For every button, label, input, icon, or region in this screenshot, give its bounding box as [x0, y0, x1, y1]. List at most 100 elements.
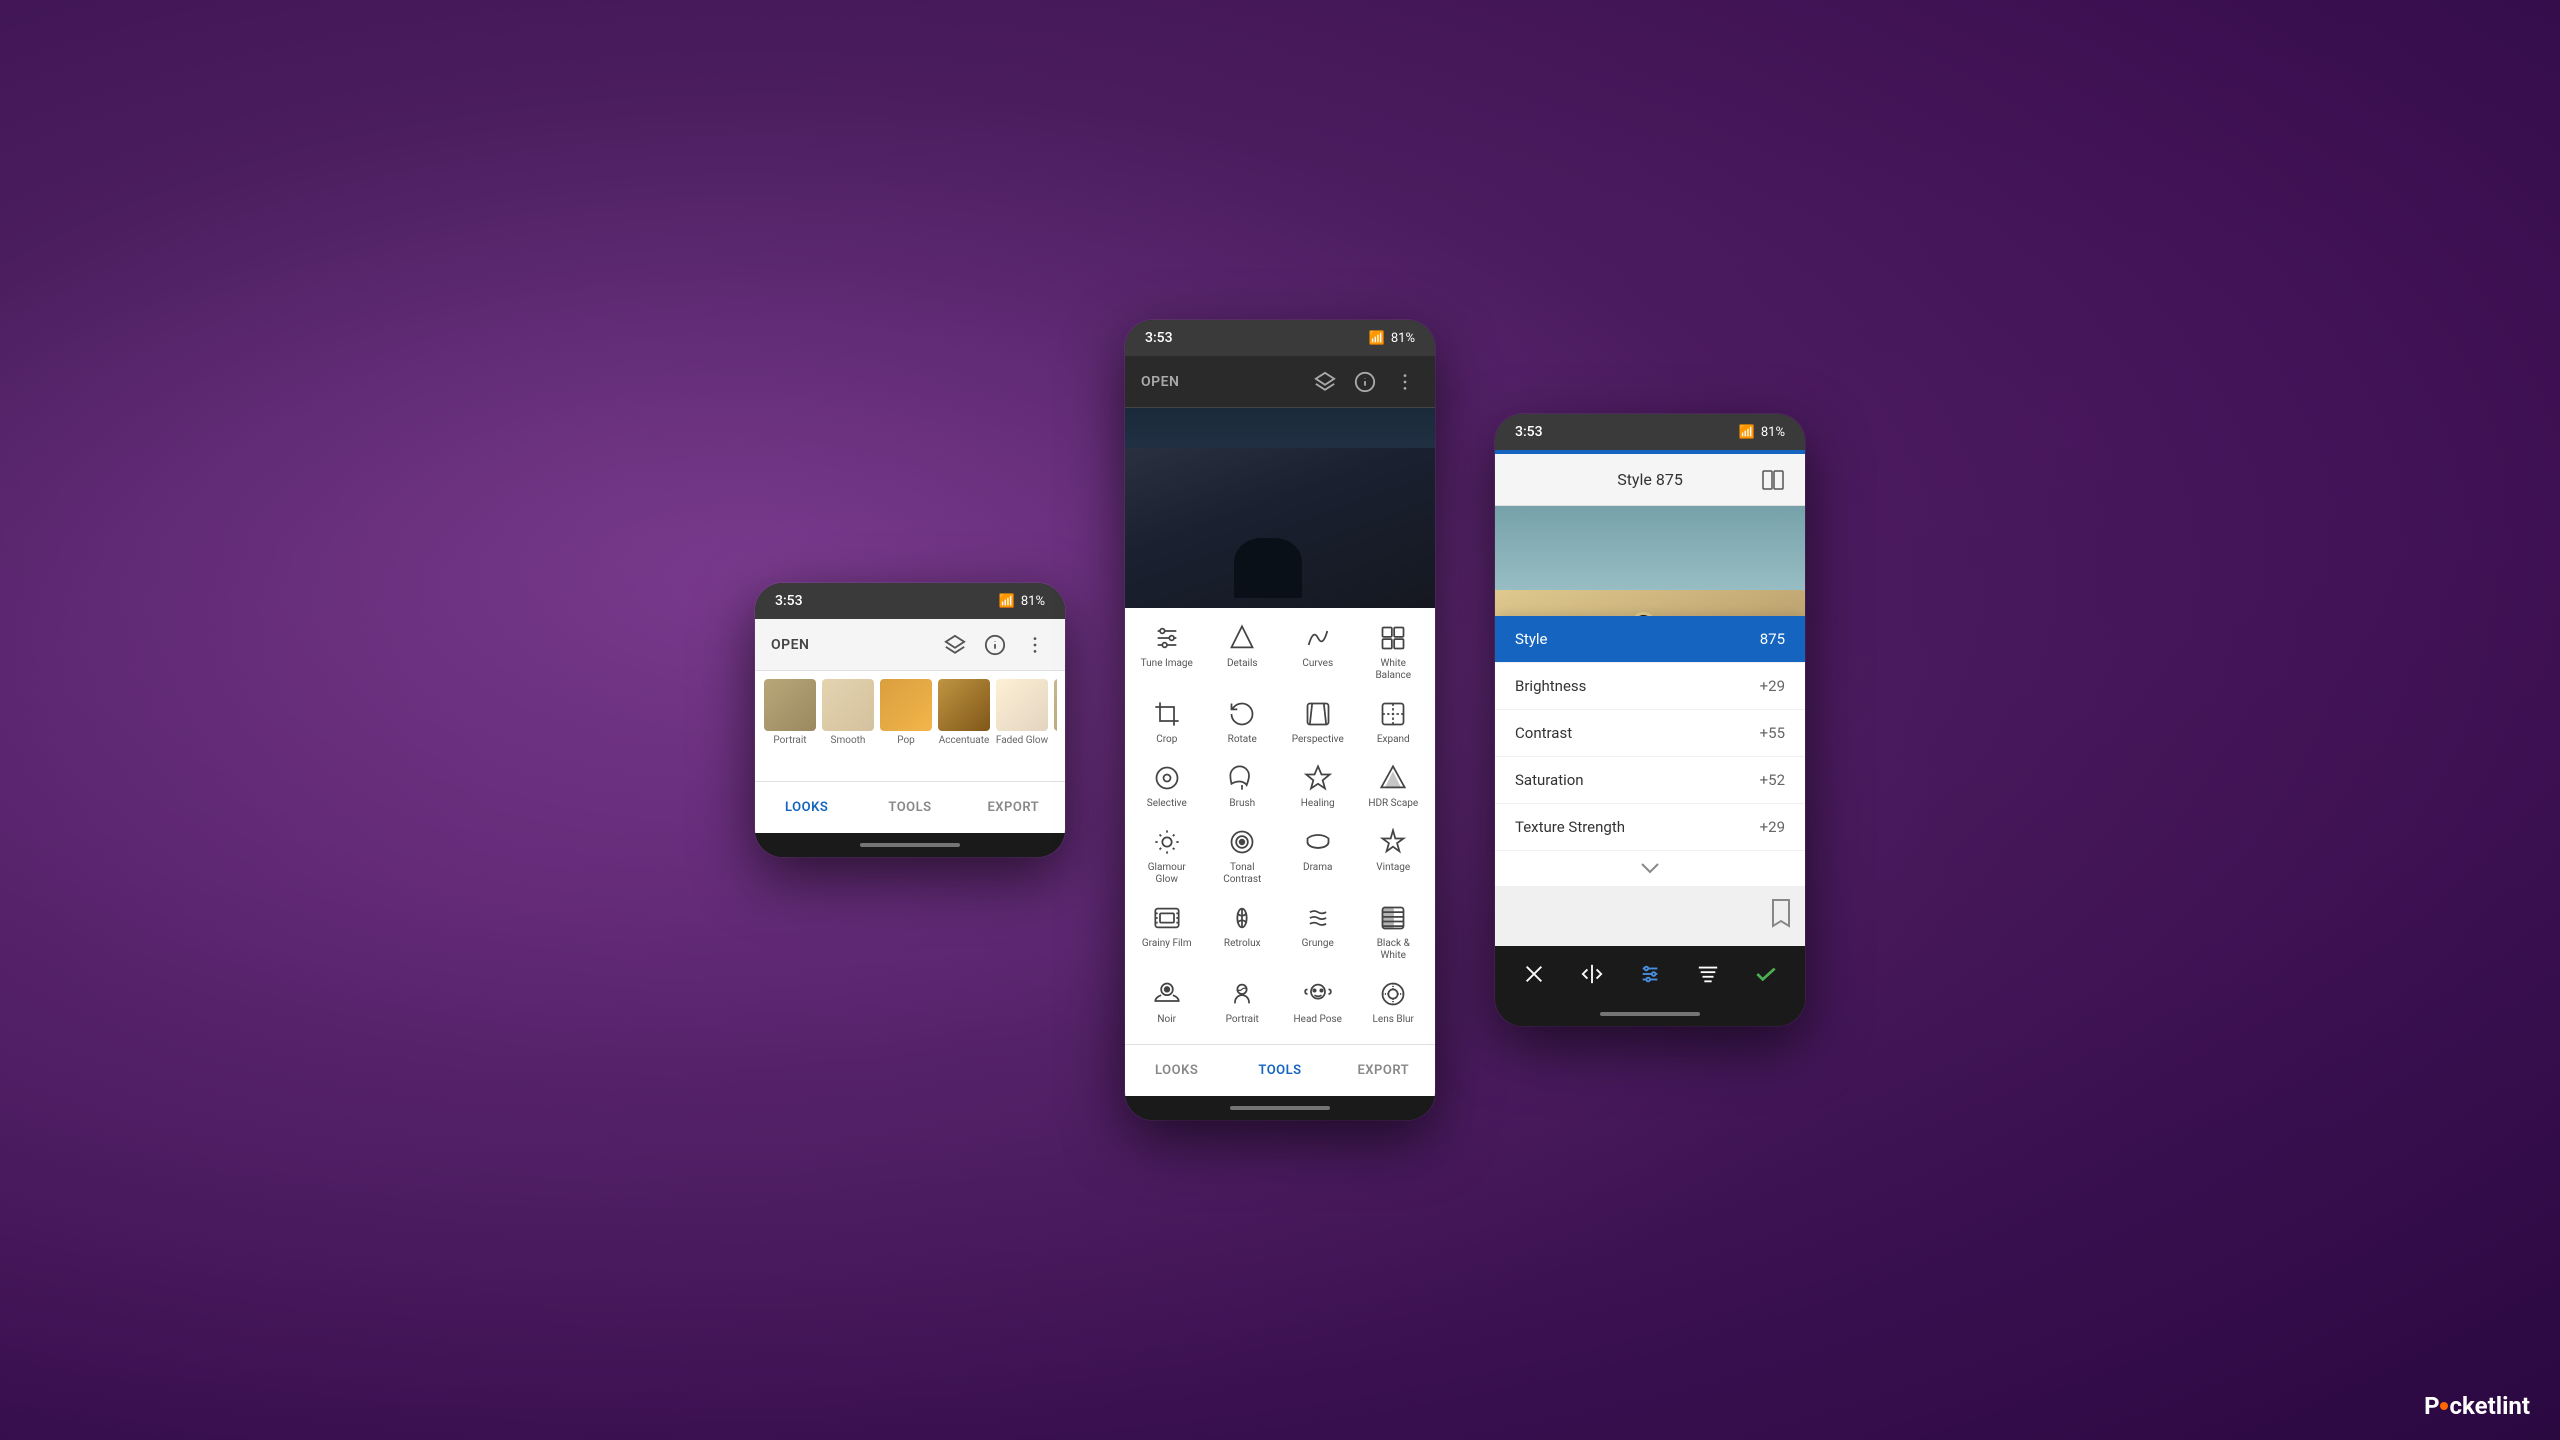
bottom-toolbar-3 [1495, 946, 1805, 1002]
home-indicator-3 [1495, 1002, 1805, 1026]
more-icon-1[interactable] [1021, 631, 1049, 659]
nav-tools-1[interactable]: TOOLS [858, 800, 961, 815]
look-accentuate-label: Accentuate [939, 735, 990, 746]
info-icon-1[interactable] [981, 631, 1009, 659]
panel-chevron[interactable] [1495, 851, 1805, 886]
grainy-film-label: Grainy Film [1142, 938, 1192, 950]
tool-tonal-contrast[interactable]: TonalContrast [1207, 820, 1277, 892]
tool-glamour-glow[interactable]: GlamourGlow [1132, 820, 1202, 892]
glamour-glow-icon [1151, 826, 1183, 858]
tool-drama[interactable]: Drama [1283, 820, 1353, 892]
look-smooth[interactable]: Smooth [821, 679, 875, 746]
status-icons-1: 📶 81% [999, 594, 1045, 609]
nav-looks-2[interactable]: LOOKS [1125, 1063, 1228, 1078]
brightness-label: Brightness [1515, 677, 1760, 695]
tool-retrolux[interactable]: Retrolux [1207, 896, 1277, 968]
bottom-nav-1: LOOKS TOOLS EXPORT [755, 781, 1065, 833]
style-header: Style 875 [1495, 454, 1805, 506]
tool-selective[interactable]: Selective [1132, 756, 1202, 816]
details-label: Details [1227, 658, 1258, 670]
tool-grainy-film[interactable]: Grainy Film [1132, 896, 1202, 968]
style-row-saturation[interactable]: Saturation +52 [1495, 757, 1805, 804]
tool-noir[interactable]: Noir [1132, 972, 1202, 1032]
home-bar-2 [1230, 1106, 1330, 1110]
tool-grunge[interactable]: Grunge [1283, 896, 1353, 968]
tool-tune-image[interactable]: Tune Image [1132, 616, 1202, 688]
status-time-1: 3:53 [775, 593, 803, 609]
tool-lens-blur[interactable]: Lens Blur [1358, 972, 1428, 1032]
filter-btn[interactable] [1688, 954, 1728, 994]
bookmark-icon[interactable] [1769, 898, 1793, 932]
tonal-contrast-icon [1226, 826, 1258, 858]
tools-row-5: Grainy Film Retrolux [1129, 896, 1431, 968]
open-button-1[interactable]: OPEN [771, 637, 809, 653]
look-faded-glow[interactable]: Faded Glow [995, 679, 1049, 746]
nav-export-2[interactable]: EXPORT [1332, 1063, 1435, 1078]
style-panel: Style 875 Brightness +29 Contrast +55 Sa… [1495, 616, 1805, 886]
tools-grid: Tune Image Details [1125, 608, 1435, 1044]
brush-label: Brush [1229, 798, 1255, 810]
perspective-label: Perspective [1292, 734, 1344, 746]
nav-tools-2[interactable]: TOOLS [1228, 1063, 1331, 1078]
toolbar-icons-2 [1311, 368, 1419, 396]
status-bar-2: 3:53 📶 81% [1125, 320, 1435, 356]
tool-perspective[interactable]: Perspective [1283, 692, 1353, 752]
layers-icon-2[interactable] [1311, 368, 1339, 396]
black-white-label: Black &White [1377, 938, 1410, 962]
home-bar-1 [860, 843, 960, 847]
style-label: Style [1515, 630, 1760, 648]
tool-portrait[interactable]: Portrait [1207, 972, 1277, 1032]
texture-value: +29 [1760, 818, 1785, 836]
cancel-btn[interactable] [1514, 954, 1554, 994]
p-dot [2440, 1402, 2448, 1410]
tool-rotate[interactable]: Rotate [1207, 692, 1277, 752]
tool-expand[interactable]: Expand [1358, 692, 1428, 752]
nav-export-1[interactable]: EXPORT [962, 800, 1065, 815]
look-portrait[interactable]: Portrait [763, 679, 817, 746]
healing-label: Healing [1301, 798, 1335, 810]
status-time-2: 3:53 [1145, 330, 1173, 346]
selective-label: Selective [1147, 798, 1187, 810]
compare-icon[interactable] [1757, 464, 1789, 496]
style-row-style[interactable]: Style 875 [1495, 616, 1805, 663]
tool-black-white[interactable]: Black &White [1358, 896, 1428, 968]
lens-blur-icon [1377, 978, 1409, 1010]
confirm-btn[interactable] [1746, 954, 1786, 994]
tool-curves[interactable]: Curves [1283, 616, 1353, 688]
nav-looks-1[interactable]: LOOKS [755, 800, 858, 815]
look-accentuate[interactable]: Accentuate [937, 679, 991, 746]
look-extra[interactable] [1053, 679, 1057, 746]
tool-head-pose[interactable]: Head Pose [1283, 972, 1353, 1032]
tool-details[interactable]: Details [1207, 616, 1277, 688]
status-time-3: 3:53 [1515, 424, 1543, 440]
style-row-brightness[interactable]: Brightness +29 [1495, 663, 1805, 710]
tool-brush[interactable]: Brush [1207, 756, 1277, 816]
tune-image-icon [1151, 622, 1183, 654]
contrast-value: +55 [1760, 724, 1785, 742]
more-icon-2[interactable] [1391, 368, 1419, 396]
retrolux-label: Retrolux [1224, 938, 1261, 950]
tool-white-balance[interactable]: WhiteBalance [1358, 616, 1428, 688]
tool-vintage[interactable]: Vintage [1358, 820, 1428, 892]
battery-1: 81% [1021, 594, 1045, 609]
look-pop[interactable]: Pop [879, 679, 933, 746]
tools-row-3: Selective Brush [1129, 756, 1431, 816]
tool-hdr-scape[interactable]: HDR Scape [1358, 756, 1428, 816]
portrait-icon [1226, 978, 1258, 1010]
tool-healing[interactable]: Healing [1283, 756, 1353, 816]
toolbar-2: OPEN [1125, 356, 1435, 408]
layers-icon-1[interactable] [941, 631, 969, 659]
style-row-contrast[interactable]: Contrast +55 [1495, 710, 1805, 757]
style-row-texture[interactable]: Texture Strength +29 [1495, 804, 1805, 851]
open-button-2[interactable]: OPEN [1141, 374, 1179, 390]
healing-icon [1302, 762, 1334, 794]
expand-label: Expand [1377, 734, 1410, 746]
info-icon-2[interactable] [1351, 368, 1379, 396]
curves-icon [1302, 622, 1334, 654]
tool-crop[interactable]: Crop [1132, 692, 1202, 752]
hdr-scape-icon [1377, 762, 1409, 794]
adjustments-btn[interactable] [1630, 954, 1670, 994]
saturation-value: +52 [1760, 771, 1785, 789]
compare-btn[interactable] [1572, 954, 1612, 994]
curves-label: Curves [1302, 658, 1333, 670]
